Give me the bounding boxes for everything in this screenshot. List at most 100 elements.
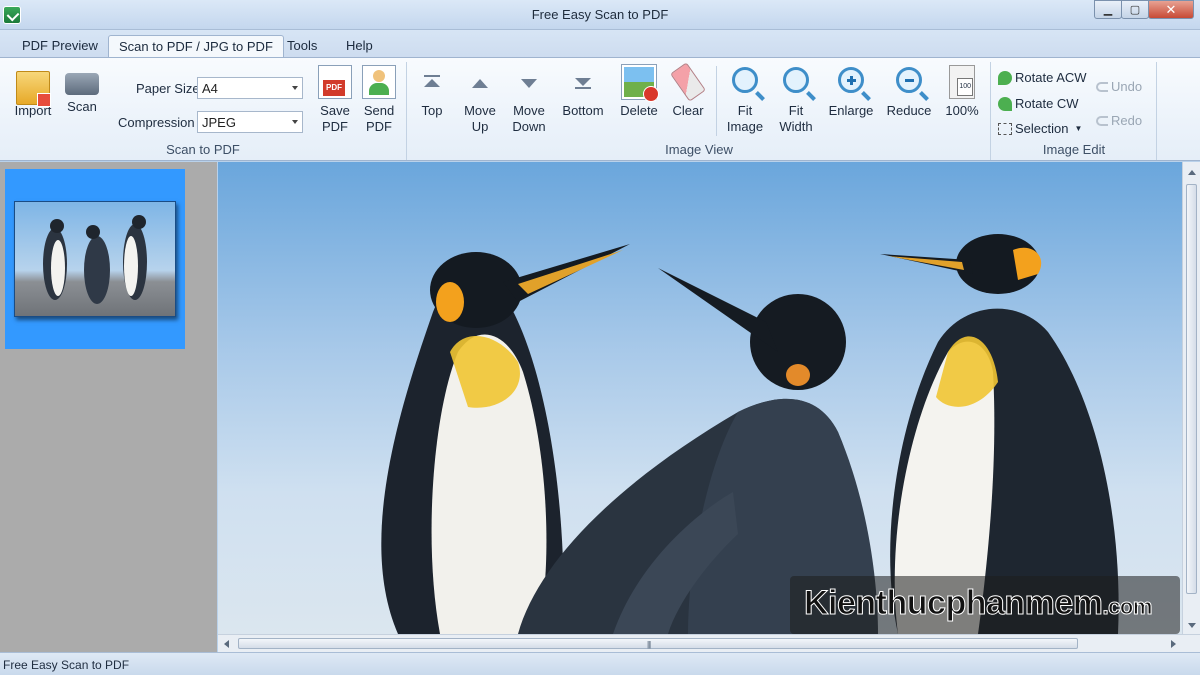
scroll-up-icon[interactable] [1188,170,1196,175]
minimize-button[interactable]: ▁ [1094,0,1122,19]
close-button[interactable]: ✕ [1148,0,1194,19]
ribbon: Import Scan Paper Size A4 Compression JP… [0,57,1200,161]
move-top-icon [415,65,449,99]
selection-button[interactable]: Selection ▼ [998,121,1082,136]
fit-width-button[interactable]: Fit Width [774,65,818,135]
scroll-right-icon[interactable] [1171,640,1176,648]
watermark-suffix: .com [1102,594,1153,620]
scroll-down-icon[interactable] [1188,623,1196,628]
actual-size-icon [949,65,975,99]
delete-label: Delete [620,103,658,118]
delete-button[interactable]: Delete [618,65,660,119]
title-bar: Free Easy Scan to PDF ▁ ▢ ✕ [0,0,1200,30]
undo-icon [1096,81,1108,92]
selection-label: Selection [1015,121,1069,136]
redo-icon [1096,115,1108,126]
group-image-edit: Rotate ACW Rotate CW Selection ▼ Undo Re… [992,62,1157,160]
save-pdf-button[interactable]: Save PDF [315,65,355,135]
rotate-cw-label: Rotate CW [1015,96,1079,111]
tab-help[interactable]: Help [336,35,383,58]
clear-button[interactable]: Clear [668,62,708,119]
chevron-down-icon: ▼ [1074,124,1083,133]
top-label: Top [421,103,443,118]
chevron-down-icon [292,120,298,124]
import-button[interactable]: Import [10,65,56,119]
fit-image-label-2: Image [726,119,764,134]
arrow-up-icon [472,79,488,88]
penguins-thumbnail [14,201,176,317]
send-pdf-button[interactable]: Send PDF [359,65,399,135]
bottom-label: Bottom [562,103,604,118]
tab-pdf-preview[interactable]: PDF Preview [12,35,108,58]
compression-select[interactable]: JPEG [197,111,303,133]
reduce-button[interactable]: Reduce [884,65,934,119]
undo-button[interactable]: Undo [1096,79,1142,94]
top-button[interactable]: Top [414,65,450,119]
send-pdf-label-2: PDF [366,119,392,134]
paper-size-select[interactable]: A4 [197,77,303,99]
watermark-logo: Kienthucphanmem.com [804,584,1153,623]
rotate-acw-label: Rotate ACW [1015,70,1087,85]
status-bar: Free Easy Scan to PDF [0,652,1200,675]
group-scan-to-pdf: Import Scan Paper Size A4 Compression JP… [0,62,407,160]
save-pdf-label-2: PDF [322,119,348,134]
group-label-scan-to-pdf: Scan to PDF [166,142,240,157]
tab-tools[interactable]: Tools [277,35,327,58]
fit-image-label-1: Fit [737,103,753,118]
scan-button[interactable]: Scan [62,65,102,115]
penguins-image [381,234,1119,634]
thumbnail-item-selected[interactable] [5,169,185,349]
enlarge-button[interactable]: Enlarge [826,65,876,119]
thumbnail-panel[interactable] [0,162,217,652]
tab-scan-to-pdf[interactable]: Scan to PDF / JPG to PDF [108,35,284,58]
fit-image-button[interactable]: Fit Image [723,65,767,135]
rotate-cw-button[interactable]: Rotate CW [998,96,1079,111]
paper-size-label: Paper Size [136,81,200,96]
move-up-label-2: Up [471,119,489,134]
fit-width-label-2: Width [779,119,813,134]
vertical-scroll-thumb[interactable] [1186,184,1197,594]
send-pdf-icon [362,65,396,99]
enlarge-label: Enlarge [828,103,874,118]
group-label-image-view: Image View [665,142,733,157]
arrow-down-icon [521,79,537,88]
ribbon-tabs: PDF Preview Scan to PDF / JPG to PDF Too… [0,30,1200,58]
scroll-left-icon[interactable] [224,640,229,648]
move-bottom-icon [566,65,600,99]
move-up-label-1: Move [464,103,496,118]
move-down-label-2: Down [512,119,546,134]
move-down-label-1: Move [513,103,545,118]
clear-label: Clear [672,103,704,118]
watermark-text: Kienthucphanmem [804,584,1104,623]
status-text: Free Easy Scan to PDF [3,658,130,672]
horizontal-scrollbar[interactable]: ||| [218,634,1200,652]
zoom-in-icon [838,67,864,93]
zoom-100-button[interactable]: 100% [942,65,982,119]
horizontal-scroll-thumb[interactable]: ||| [238,638,1078,649]
redo-button[interactable]: Redo [1096,113,1142,128]
image-viewer[interactable] [218,162,1182,634]
move-up-button[interactable]: Move Up [460,65,500,135]
send-pdf-label-1: Send [363,103,395,118]
reduce-label: Reduce [886,103,932,118]
bottom-button[interactable]: Bottom [560,65,606,119]
scanner-icon [65,73,99,95]
zoom-out-icon [896,67,922,93]
compression-label: Compression [118,115,195,130]
window-title: Free Easy Scan to PDF [531,7,669,22]
eraser-icon [670,62,706,102]
folder-icon [16,71,51,107]
grip-icon: ||| [647,640,651,649]
rotate-left-icon [998,70,1012,85]
delete-image-icon [622,65,659,102]
chevron-down-icon [292,86,298,90]
rotate-acw-button[interactable]: Rotate ACW [998,70,1087,85]
move-down-button[interactable]: Move Down [508,65,550,135]
vertical-scrollbar[interactable] [1182,162,1200,634]
group-image-view: Top Move Up Move Down Bottom Delete Clea… [408,62,991,160]
fit-width-icon [783,67,809,93]
zoom-100-label: 100% [945,103,979,118]
maximize-button[interactable]: ▢ [1121,0,1149,19]
redo-label: Redo [1111,113,1143,128]
compression-value: JPEG [202,115,236,130]
